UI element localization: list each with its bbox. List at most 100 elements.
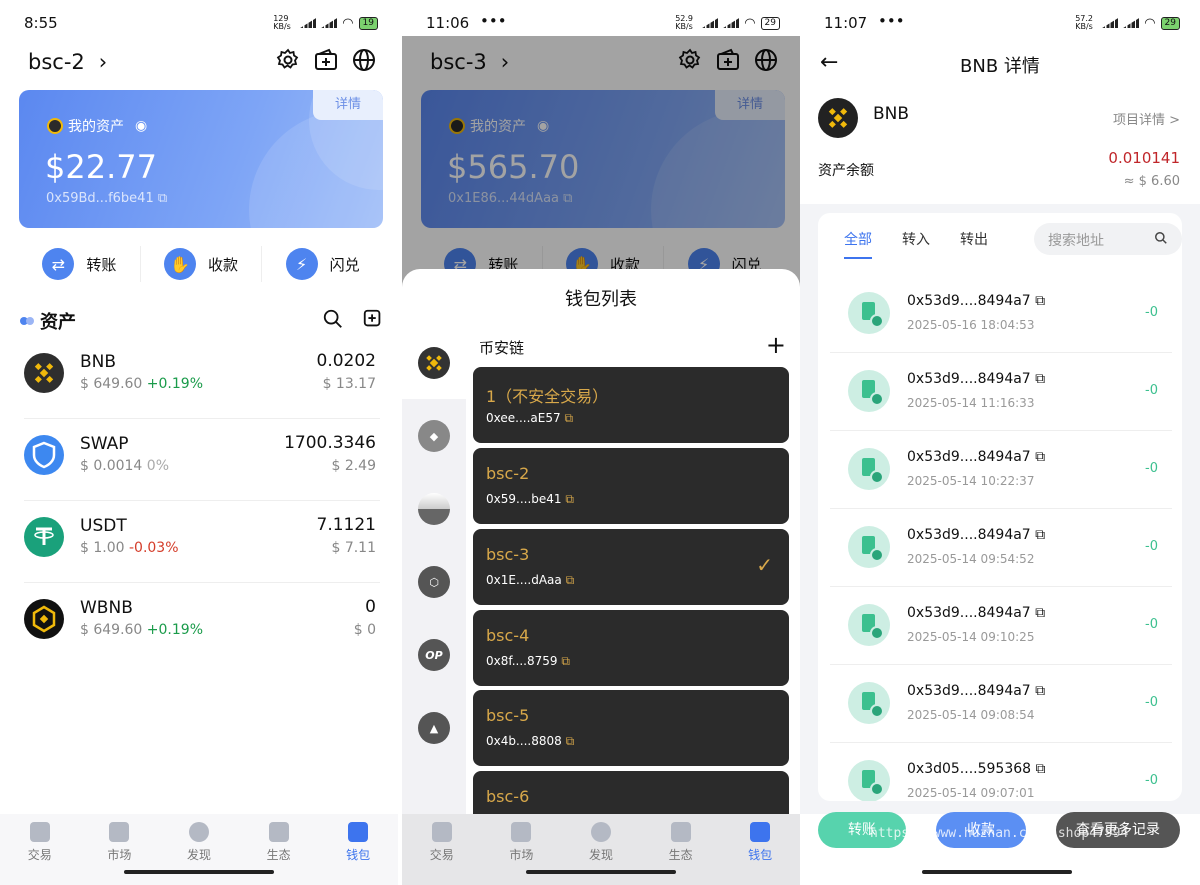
copy-icon[interactable]: ⧉ <box>1035 449 1045 465</box>
transaction-row[interactable]: 0x53d9....8494a7 ⧉ 2025-05-16 18:04:53 -0 <box>830 275 1172 353</box>
chain-bnb-icon[interactable] <box>418 347 450 379</box>
chain-optimism-icon[interactable]: OP <box>418 639 450 671</box>
wallet-address[interactable]: 0x59Bd...f6be41 ⧉ <box>46 191 167 206</box>
search-icon[interactable] <box>322 308 344 330</box>
copy-icon[interactable]: ⧉ <box>561 654 570 668</box>
wallet-card[interactable]: 1（不安全交易） 0xee....aE57 ⧉ <box>473 367 789 443</box>
chain-eth-icon[interactable]: ◆ <box>418 420 450 452</box>
wallet-card-address: 0x59....be41 ⧉ <box>486 492 574 506</box>
transfer-button[interactable]: ⇄ 转账 <box>19 246 141 282</box>
usdt-logo-icon <box>24 517 64 557</box>
tab-all[interactable]: 全部 <box>844 229 872 259</box>
copy-icon[interactable]: ⧉ <box>158 191 167 206</box>
search-icon <box>1155 232 1167 244</box>
transaction-row[interactable]: 0x53d9....8494a7 ⧉ 2025-05-14 09:54:52 -0 <box>830 509 1172 587</box>
add-wallet-icon[interactable] <box>314 48 338 72</box>
checkmark-icon: ✓ <box>756 553 773 577</box>
settings-gear-icon[interactable] <box>276 48 300 72</box>
tab-outgoing[interactable]: 转出 <box>960 229 988 259</box>
wallet-card[interactable]: bsc-6 <box>473 771 789 814</box>
battery-icon: 29 <box>1160 16 1180 30</box>
copy-icon[interactable]: ⧉ <box>1035 293 1045 309</box>
my-assets-label: 我的资产 <box>68 119 124 135</box>
net-speed: 52.9 KB/s <box>675 14 694 31</box>
copy-icon[interactable]: ⧉ <box>564 411 573 425</box>
add-token-icon[interactable] <box>362 308 384 330</box>
tab-market[interactable]: 市场 <box>80 814 160 885</box>
tab-trade[interactable]: 交易 <box>0 814 80 885</box>
copy-icon[interactable]: ⧉ <box>1035 371 1045 387</box>
receive-button[interactable]: ✋ 收款 <box>141 246 263 282</box>
transaction-row[interactable]: 0x53d9....8494a7 ⧉ 2025-05-14 09:08:54 -0 <box>830 665 1172 743</box>
swap-shield-logo-icon <box>24 435 64 475</box>
asset-row[interactable]: BNB $ 649.60 +0.19% 0.0202 $ 13.17 <box>24 337 380 419</box>
tab-discover[interactable]: 发现 <box>159 814 239 885</box>
swap-button[interactable]: ⚡ 闪兑 <box>262 246 383 282</box>
asset-row[interactable]: USDT $ 1.00 -0.03% 7.1121 $ 7.11 <box>24 501 380 583</box>
coin-header: BNB 项目详情 > 资产余额 0.010141 ≈ $ 6.60 <box>800 86 1200 204</box>
tab-ecosystem[interactable]: 生态 <box>239 814 319 885</box>
asset-balance: 0.0202 <box>316 351 376 371</box>
tab-wallet[interactable]: 钱包 <box>720 814 800 885</box>
tab-trade[interactable]: 交易 <box>402 814 482 885</box>
transaction-row[interactable]: 0x3d05....595368 ⧉ 2025-05-14 09:07:01 -0 <box>830 743 1172 801</box>
wallet-selector[interactable]: bsc-2 › <box>28 50 107 74</box>
tx-time: 2025-05-14 10:22:37 <box>907 474 1035 488</box>
wallet-card-name: bsc-3 <box>486 545 530 564</box>
copy-icon[interactable]: ⧉ <box>1036 761 1046 777</box>
asset-balance: 7.1121 <box>316 515 376 535</box>
signal-icon-2 <box>321 18 338 28</box>
copy-icon[interactable]: ⧉ <box>1035 683 1045 699</box>
tx-amount: -0 <box>1145 695 1158 710</box>
signal-icon-2 <box>723 18 740 28</box>
receive-icon: ✋ <box>164 248 196 280</box>
add-wallet-plus-icon[interactable]: + <box>766 331 786 359</box>
status-icons: 57.2 KB/s ◠ 29 <box>1075 15 1180 31</box>
asset-card[interactable]: 详情 我的资产 ◉ $22.77 0x59Bd...f6be41 ⧉ <box>19 90 383 228</box>
asset-row[interactable]: WBNB $ 649.60 +0.19% 0 $ 0 <box>24 583 380 665</box>
wifi-icon: ◠ <box>342 15 354 31</box>
tx-time: 2025-05-14 11:16:33 <box>907 396 1035 410</box>
chain-avalanche-icon[interactable]: ▲ <box>418 712 450 744</box>
transaction-row[interactable]: 0x53d9....8494a7 ⧉ 2025-05-14 11:16:33 -0 <box>830 353 1172 431</box>
wallet-card[interactable]: bsc-4 0x8f....8759 ⧉ <box>473 610 789 686</box>
transaction-row[interactable]: 0x53d9....8494a7 ⧉ 2025-05-14 09:10:25 -0 <box>830 587 1172 665</box>
copy-icon[interactable]: ⧉ <box>566 734 575 748</box>
tab-ecosystem[interactable]: 生态 <box>641 814 721 885</box>
wallet-card-selected[interactable]: bsc-3 0x1E....dAaa ⧉ ✓ <box>473 529 789 605</box>
copy-icon[interactable]: ⧉ <box>566 573 575 587</box>
status-bar: 8:55 129 KB/s ◠ 19 <box>0 0 398 44</box>
detail-button[interactable]: 详情 <box>313 90 383 120</box>
assets-section-header: 资产 <box>20 306 384 336</box>
tab-incoming[interactable]: 转入 <box>902 229 930 259</box>
coin-balance: 0.010141 <box>1108 149 1180 167</box>
tab-wallet[interactable]: 钱包 <box>318 814 398 885</box>
eye-icon[interactable]: ◉ <box>135 118 147 134</box>
transaction-doc-icon <box>848 526 890 568</box>
asset-row[interactable]: SWAP $ 0.0014 0% 1700.3346 $ 2.49 <box>24 419 380 501</box>
copy-icon[interactable]: ⧉ <box>565 492 574 506</box>
wallet-card-address: 0xee....aE57 ⧉ <box>486 411 574 425</box>
bar-chart-icon <box>109 822 130 842</box>
search-address-input[interactable]: 搜索地址 <box>1034 223 1182 255</box>
tab-discover[interactable]: 发现 <box>561 814 641 885</box>
tx-address: 0x53d9....8494a7 ⧉ <box>907 371 1046 387</box>
copy-icon[interactable]: ⧉ <box>1035 605 1045 621</box>
net-speed: 57.2 KB/s <box>1075 14 1094 31</box>
transaction-row[interactable]: 0x53d9....8494a7 ⧉ 2025-05-14 10:22:37 -0 <box>830 431 1172 509</box>
chain-arbitrum-icon[interactable]: ⬡ <box>418 566 450 598</box>
asset-symbol: USDT <box>80 516 127 536</box>
chain-moon-icon[interactable] <box>418 493 450 525</box>
globe-icon[interactable] <box>352 48 376 72</box>
tx-time: 2025-05-14 09:54:52 <box>907 552 1035 566</box>
tx-address: 0x53d9....8494a7 ⧉ <box>907 527 1046 543</box>
compass-icon <box>590 822 611 842</box>
asset-price: $ 1.00 -0.03% <box>80 540 179 556</box>
tab-market[interactable]: 市场 <box>482 814 562 885</box>
wallet-card[interactable]: bsc-2 0x59....be41 ⧉ <box>473 448 789 524</box>
wallet-list-sheet: 钱包列表 ◆ ⬡ OP ▲ 币安链 + 1（不安全交易） 0xee....aE57… <box>402 269 800 814</box>
copy-icon[interactable]: ⧉ <box>1035 527 1045 543</box>
tx-time: 2025-05-14 09:10:25 <box>907 630 1035 644</box>
project-details-link[interactable]: 项目详情 > <box>1113 109 1180 128</box>
wallet-card[interactable]: bsc-5 0x4b....8808 ⧉ <box>473 690 789 766</box>
